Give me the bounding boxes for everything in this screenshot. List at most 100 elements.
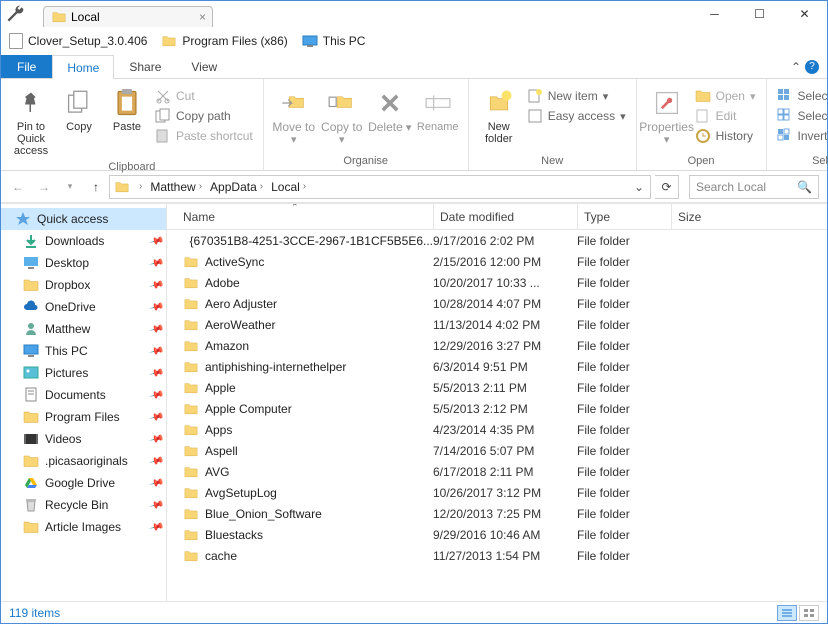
rename-button[interactable]: Rename — [414, 85, 462, 135]
open-button[interactable]: Open ▾ — [691, 87, 760, 105]
sidebar-item[interactable]: This PC📌 — [1, 340, 166, 362]
file-row[interactable]: Aero Adjuster10/28/2014 4:07 PMFile fold… — [167, 293, 827, 314]
search-input[interactable]: Search Local 🔍 — [689, 175, 819, 199]
sidebar-item[interactable]: Documents📌 — [1, 384, 166, 406]
bookmark-item[interactable]: This PC — [302, 34, 366, 48]
history-icon — [695, 128, 711, 144]
file-row[interactable]: AvgSetupLog10/26/2017 3:12 PMFile folder — [167, 482, 827, 503]
maximize-button[interactable]: ☐ — [737, 1, 782, 27]
ribbon-group-select: Select all Select none Invert selection … — [767, 79, 828, 170]
file-row[interactable]: Aspell7/14/2016 5:07 PMFile folder — [167, 440, 827, 461]
select-all-button[interactable]: Select all — [773, 87, 828, 105]
file-row[interactable]: AeroWeather11/13/2014 4:02 PMFile folder — [167, 314, 827, 335]
help-icon[interactable]: ? — [805, 60, 819, 74]
file-rows[interactable]: {670351B8-4251-3CCE-2967-1B1CF5B5E6...9/… — [167, 230, 827, 601]
sidebar-item[interactable]: Downloads📌 — [1, 230, 166, 252]
new-folder-icon — [484, 90, 514, 116]
details-view-icon — [781, 608, 793, 618]
sidebar-item[interactable]: Videos📌 — [1, 428, 166, 450]
cut-button[interactable]: Cut — [151, 87, 257, 105]
details-view-button[interactable] — [777, 605, 797, 621]
rename-icon — [425, 92, 451, 114]
copy-button[interactable]: Copy — [55, 85, 103, 135]
sidebar-item[interactable]: Pictures📌 — [1, 362, 166, 384]
pin-to-quick-access-button[interactable]: Pin to Quick access — [7, 85, 55, 159]
edit-button[interactable]: Edit — [691, 107, 760, 125]
select-none-icon — [777, 108, 793, 124]
search-icon: 🔍 — [797, 180, 812, 194]
file-row[interactable]: ActiveSync2/15/2016 12:00 PMFile folder — [167, 251, 827, 272]
sidebar-item[interactable]: Dropbox📌 — [1, 274, 166, 296]
sidebar-item-label: Videos — [45, 432, 81, 446]
new-item-button[interactable]: New item ▾ — [523, 87, 630, 105]
file-row[interactable]: Bluestacks9/29/2016 10:46 AMFile folder — [167, 524, 827, 545]
file-row[interactable]: Apps4/23/2014 4:35 PMFile folder — [167, 419, 827, 440]
file-row[interactable]: {670351B8-4251-3CCE-2967-1B1CF5B5E6...9/… — [167, 230, 827, 251]
file-row[interactable]: AVG6/17/2018 2:11 PMFile folder — [167, 461, 827, 482]
sidebar-item[interactable]: Recycle Bin📌 — [1, 494, 166, 516]
history-button[interactable]: History — [691, 127, 760, 145]
close-tab-icon[interactable]: × — [199, 10, 206, 24]
column-date[interactable]: Date modified — [433, 204, 577, 229]
paste-shortcut-button[interactable]: Paste shortcut — [151, 127, 257, 145]
column-type[interactable]: Type — [577, 204, 671, 229]
invert-selection-button[interactable]: Invert selection — [773, 127, 828, 145]
wrench-icon[interactable] — [5, 4, 25, 24]
crumb-segment[interactable]: Local› — [267, 180, 310, 194]
sidebar-item[interactable]: Quick access — [1, 208, 166, 230]
close-button[interactable]: ✕ — [782, 1, 827, 27]
sidebar-item[interactable]: Google Drive📌 — [1, 472, 166, 494]
paste-button[interactable]: Paste — [103, 85, 151, 135]
sidebar-item[interactable]: Article Images📌 — [1, 516, 166, 538]
copy-to-button[interactable]: Copy to ▾ — [318, 85, 366, 148]
file-row[interactable]: Apple5/5/2013 2:11 PMFile folder — [167, 377, 827, 398]
title-bar: Local × ─ ☐ ✕ — [1, 1, 827, 27]
icons-view-button[interactable] — [799, 605, 819, 621]
new-folder-button[interactable]: New folder — [475, 85, 523, 147]
folder-icon — [183, 444, 199, 458]
up-button[interactable]: ↑ — [87, 180, 105, 194]
ribbon-tab-view[interactable]: View — [176, 55, 232, 78]
bookmark-item[interactable]: Program Files (x86) — [161, 34, 287, 48]
sidebar-item-label: Google Drive — [45, 476, 115, 490]
select-none-button[interactable]: Select none — [773, 107, 828, 125]
recent-dropdown[interactable]: ▾ — [61, 181, 79, 192]
forward-button[interactable]: → — [35, 180, 53, 194]
file-tab[interactable]: File — [1, 55, 52, 78]
pin-icon: 📌 — [148, 453, 164, 469]
breadcrumb-dropdown[interactable]: ⌄ — [634, 180, 648, 194]
refresh-button[interactable]: ⟳ — [655, 175, 679, 199]
sidebar-item[interactable]: Program Files📌 — [1, 406, 166, 428]
file-row[interactable]: Adobe10/20/2017 10:33 ...File folder — [167, 272, 827, 293]
bookmark-item[interactable]: Clover_Setup_3.0.406 — [9, 33, 147, 49]
ribbon-tab-share[interactable]: Share — [114, 55, 176, 78]
delete-button[interactable]: Delete ▾ — [366, 85, 414, 136]
sidebar-item[interactable]: OneDrive📌 — [1, 296, 166, 318]
sidebar-item[interactable]: .picasaoriginals📌 — [1, 450, 166, 472]
sidebar[interactable]: Quick accessDownloads📌Desktop📌Dropbox📌On… — [1, 204, 167, 601]
breadcrumb[interactable]: › Matthew› AppData› Local› ⌄ — [109, 175, 651, 199]
copy-path-button[interactable]: Copy path — [151, 107, 257, 125]
minimize-button[interactable]: ─ — [692, 1, 737, 27]
sidebar-item[interactable]: Desktop📌 — [1, 252, 166, 274]
column-size[interactable]: Size — [671, 204, 751, 229]
file-row[interactable]: Apple Computer5/5/2013 2:12 PMFile folde… — [167, 398, 827, 419]
column-name[interactable]: Name — [177, 204, 433, 229]
file-row[interactable]: Amazon12/29/2016 3:27 PMFile folder — [167, 335, 827, 356]
ribbon-group-new: New folder New item ▾ Easy access ▾ New — [469, 79, 637, 170]
browser-tab[interactable]: Local × — [43, 6, 213, 27]
file-row[interactable]: antiphishing-internethelper6/3/2014 9:51… — [167, 356, 827, 377]
easy-access-button[interactable]: Easy access ▾ — [523, 107, 630, 125]
file-row[interactable]: Blue_Onion_Software12/20/2013 7:25 PMFil… — [167, 503, 827, 524]
ribbon-tab-home[interactable]: Home — [52, 55, 114, 79]
file-row[interactable]: cache11/27/2013 1:54 PMFile folder — [167, 545, 827, 566]
sidebar-item[interactable]: Matthew📌 — [1, 318, 166, 340]
file-name: Apple Computer — [205, 402, 292, 416]
back-button[interactable]: ← — [9, 180, 27, 194]
crumb-segment[interactable]: Matthew› — [146, 180, 206, 194]
move-to-button[interactable]: Move to ▾ — [270, 85, 318, 148]
collapse-ribbon-icon[interactable]: ⌃ — [791, 60, 801, 74]
properties-button[interactable]: Properties ▾ — [643, 85, 691, 148]
crumb-segment[interactable]: AppData› — [206, 180, 267, 194]
file-date: 12/29/2016 3:27 PM — [433, 339, 577, 353]
